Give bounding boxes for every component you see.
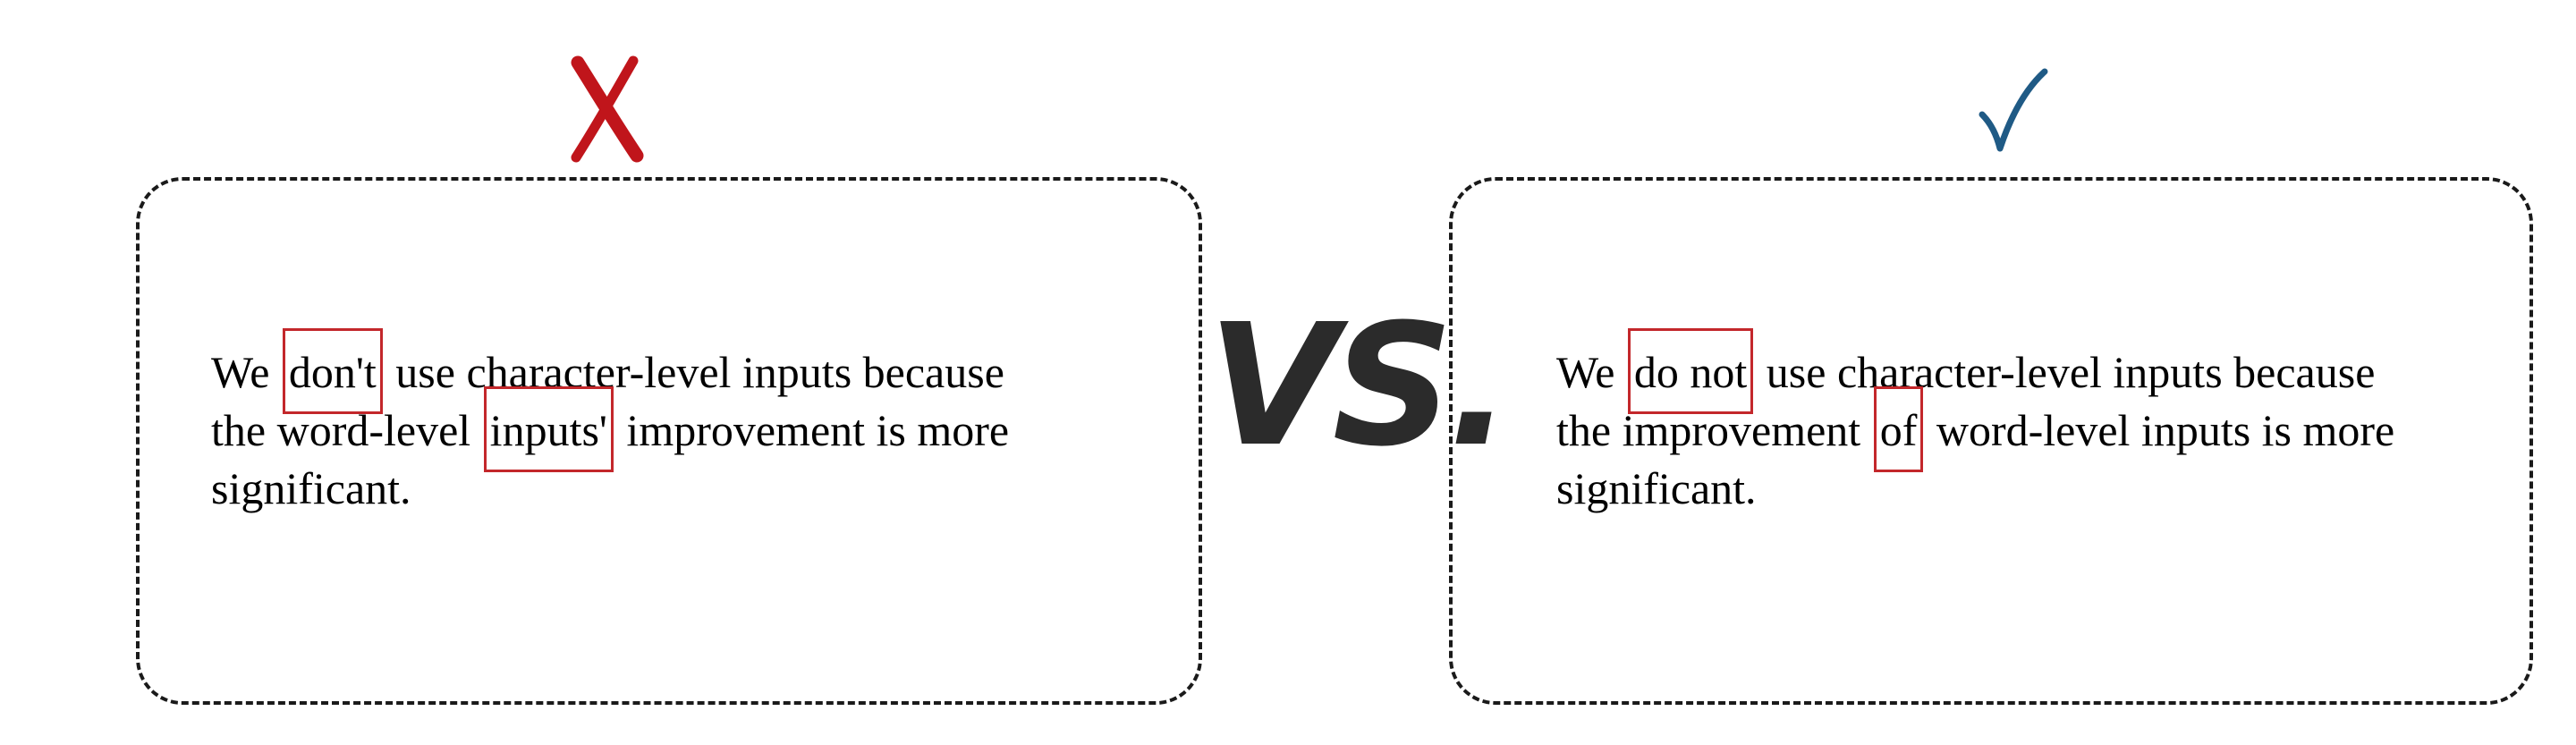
text-line: the word-level inputs' improvement is mo…	[211, 386, 1010, 472]
cross-mark-icon	[571, 55, 644, 163]
highlighted-word: of	[1873, 386, 1924, 472]
text-line: the improvement of word-level inputs is …	[1556, 386, 2395, 472]
text-segment: We	[1556, 347, 1615, 397]
text-segment: the word-level	[211, 405, 471, 455]
text-segment: We	[211, 347, 270, 397]
text-segment: the improvement	[1556, 405, 1861, 455]
correct-example-text: We do not use character-level inputs bec…	[1556, 328, 2395, 518]
vs-label: VS.	[1208, 288, 1512, 484]
text-segment: word-level inputs is more	[1936, 405, 2395, 455]
incorrect-example-text: We don't use character-level inputs beca…	[211, 328, 1010, 518]
text-line: We do not use character-level inputs bec…	[1556, 328, 2394, 414]
check-mark-icon	[1979, 68, 2048, 152]
text-line: significant.	[1556, 463, 1757, 513]
text-segment: improvement is more	[626, 405, 1010, 455]
text-segment: use character-level inputs because	[1766, 347, 2376, 397]
highlighted-word: inputs'	[483, 386, 614, 472]
